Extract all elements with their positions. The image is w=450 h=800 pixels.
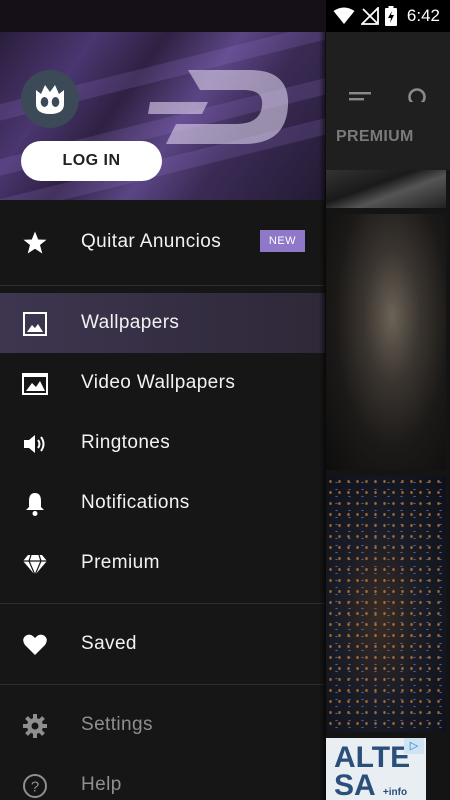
- wallpaper-tile-lion[interactable]: [326, 214, 446, 470]
- menu-item-premium[interactable]: Premium: [0, 533, 325, 593]
- ad-text: ALTE SA +info: [334, 743, 410, 800]
- menu-label-ringtones: Ringtones: [81, 432, 171, 453]
- drawer-scrim-edge: [319, 32, 326, 800]
- battery-charging-icon: [384, 6, 397, 26]
- new-badge: NEW: [260, 230, 305, 252]
- divider: [0, 603, 325, 604]
- wallpaper-tile[interactable]: [326, 170, 446, 208]
- ad-side-text: +info: [382, 787, 408, 798]
- ad-banner[interactable]: ALTE SA +info ▷: [326, 738, 426, 800]
- login-button[interactable]: LOG IN: [21, 141, 162, 181]
- menu-label-video-wallpapers: Video Wallpapers: [81, 372, 236, 393]
- divider: [0, 285, 325, 286]
- menu-item-video-wallpapers[interactable]: Video Wallpapers: [0, 353, 325, 413]
- menu-label-help: Help: [81, 774, 122, 795]
- menu-label-premium: Premium: [81, 552, 160, 573]
- wifi-icon: [333, 7, 355, 24]
- avatar[interactable]: [21, 70, 79, 128]
- menu-label-saved: Saved: [81, 633, 137, 654]
- menu-label-settings: Settings: [81, 714, 153, 735]
- speaker-icon: [22, 431, 48, 457]
- zedge-logo: [148, 70, 289, 144]
- status-bar-left: [0, 0, 326, 32]
- wallpaper-tile-city[interactable]: [326, 476, 446, 732]
- menu-label-remove-ads: Quitar Anuncios: [81, 231, 222, 252]
- menu-item-saved[interactable]: Saved: [0, 614, 325, 674]
- ad-text-line2: SA: [334, 769, 375, 800]
- divider: [0, 684, 325, 685]
- menu-label-notifications: Notifications: [81, 492, 190, 513]
- avatar-mascot-icon: [36, 85, 64, 114]
- menu-item-notifications[interactable]: Notifications: [0, 473, 325, 533]
- menu-item-help[interactable]: ? Help: [0, 755, 325, 800]
- diamond-icon: [22, 551, 48, 577]
- navigation-drawer: LOG IN Quitar Anuncios NEW Wallpapers Vi…: [0, 32, 325, 800]
- status-icons: 6:42: [333, 4, 440, 28]
- heart-icon: [22, 632, 48, 658]
- video-image-icon: [22, 371, 48, 397]
- status-time: 6:42: [406, 6, 440, 25]
- menu-item-settings[interactable]: Settings: [0, 695, 325, 755]
- city-lights: [326, 476, 446, 732]
- signal-off-icon: [360, 7, 379, 25]
- menu-item-wallpapers[interactable]: Wallpapers: [0, 293, 325, 353]
- svg-text:?: ?: [31, 779, 39, 796]
- star-icon: [22, 230, 48, 256]
- bell-icon: [22, 491, 48, 517]
- drawer-header: LOG IN: [0, 32, 325, 200]
- ad-choices-glyph: ▷: [409, 740, 419, 752]
- menu-item-ringtones[interactable]: Ringtones: [0, 413, 325, 473]
- image-icon: [22, 311, 48, 337]
- ad-choices-icon[interactable]: ▷: [404, 738, 424, 754]
- tab-premium[interactable]: PREMIUM: [336, 128, 414, 146]
- gear-icon: [22, 713, 48, 739]
- menu-label-wallpapers: Wallpapers: [81, 312, 180, 333]
- help-icon: ?: [22, 773, 48, 799]
- status-bar: 6:42: [0, 0, 450, 32]
